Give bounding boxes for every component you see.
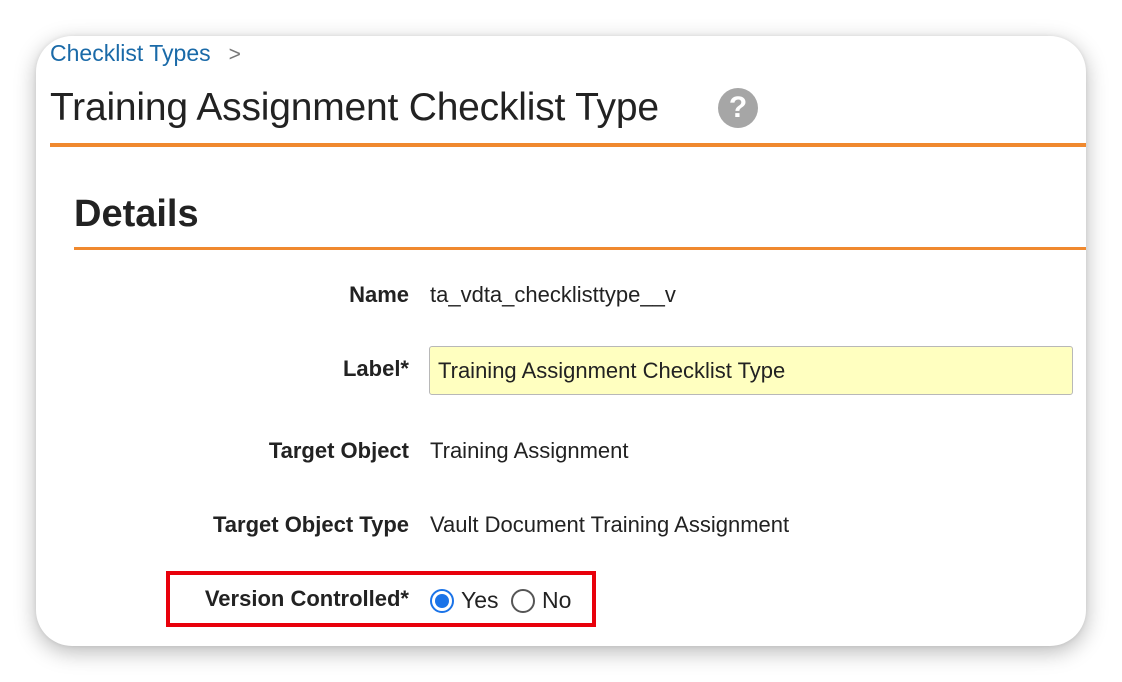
breadcrumb-checklist-types-link[interactable]: Checklist Types	[50, 40, 211, 66]
label-field-label: Label*	[342, 356, 409, 381]
page-title: Training Assignment Checklist Type	[50, 86, 659, 129]
version-controlled-yes-label[interactable]: Yes	[461, 587, 499, 614]
help-icon[interactable]: ?	[718, 88, 758, 128]
version-controlled-no-label[interactable]: No	[542, 587, 571, 614]
target-object-value: Training Assignment	[430, 438, 629, 463]
version-controlled-yes-radio[interactable]	[430, 589, 454, 613]
section-divider	[74, 247, 1086, 250]
section-title-details: Details	[74, 193, 199, 235]
breadcrumb-separator: >	[228, 43, 241, 66]
label-input[interactable]	[429, 346, 1073, 395]
name-value: ta_vdta_checklisttype__v	[430, 282, 676, 307]
version-controlled-no-radio[interactable]	[511, 589, 535, 613]
target-object-type-label: Target Object Type	[212, 512, 409, 537]
breadcrumb: Checklist Types >	[50, 40, 241, 67]
title-divider	[50, 143, 1086, 147]
target-object-type-value: Vault Document Training Assignment	[430, 512, 790, 537]
name-label: Name	[349, 282, 409, 307]
target-object-label: Target Object	[268, 438, 409, 463]
detail-card: Checklist Types > Training Assignment Che…	[36, 36, 1086, 646]
version-controlled-label: Version Controlled*	[204, 586, 409, 611]
